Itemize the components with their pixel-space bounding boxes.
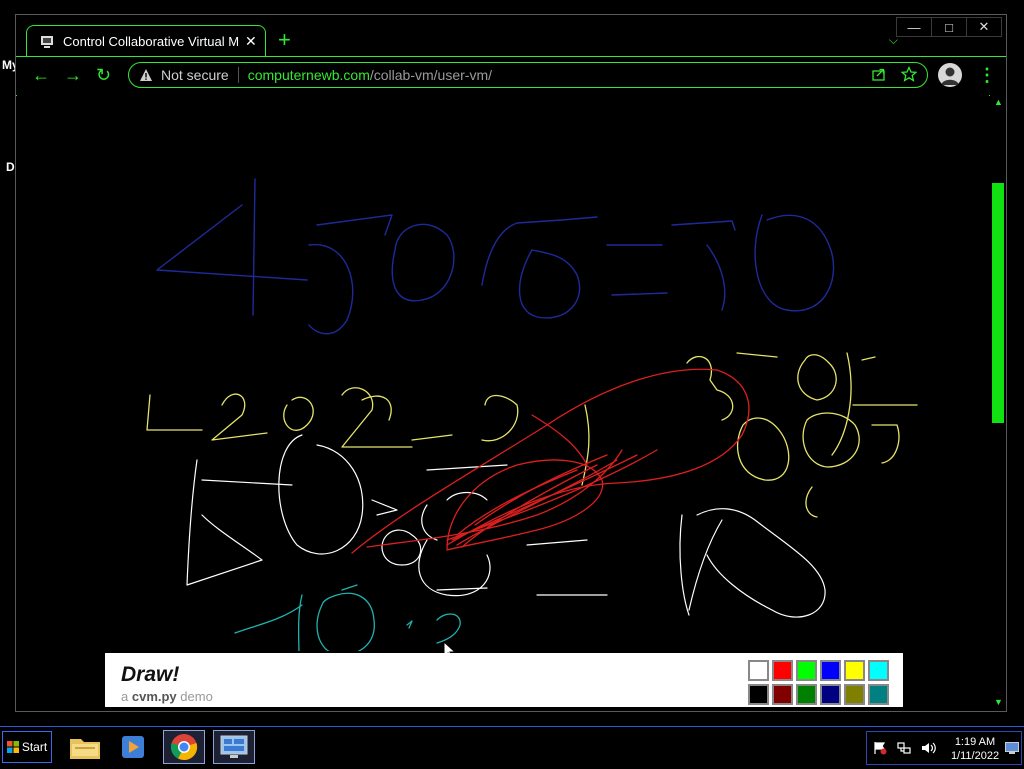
maximize-button[interactable]: □ <box>931 18 966 36</box>
browser-toolbar: ← → ↻ Not secure computernewb.com/collab… <box>16 56 1006 96</box>
new-tab-button[interactable]: + <box>278 29 291 51</box>
chrome-icon <box>170 734 198 761</box>
color-swatch[interactable] <box>796 684 817 705</box>
tab-search-chevron-icon[interactable]: ⌵ <box>889 33 898 48</box>
color-swatch[interactable] <box>796 660 817 681</box>
close-window-button[interactable]: ✕ <box>966 18 1001 36</box>
color-swatch[interactable] <box>844 660 865 681</box>
address-bar[interactable]: Not secure computernewb.com/collab-vm/us… <box>128 62 928 88</box>
drawing-canvas[interactable] <box>17 95 989 651</box>
subtitle-name: cvm.py <box>131 689 177 704</box>
clock-date: 1/11/2022 <box>950 750 1000 762</box>
taskbar: Start 1:19 AM 1/11/2022 <box>0 726 1024 769</box>
taskbar-clock[interactable]: 1:19 AM 1/11/2022 <box>945 735 1005 763</box>
back-arrow-icon[interactable]: ← <box>32 66 50 84</box>
omnibox-separator <box>237 67 239 83</box>
white-strokes <box>186 434 826 618</box>
taskbar-chrome[interactable] <box>163 730 205 764</box>
tab-title: Control Collaborative Virtual Mac <box>63 34 239 49</box>
profile-avatar-icon[interactable] <box>938 63 962 87</box>
scroll-down-arrow-icon[interactable]: ▼ <box>994 697 1003 707</box>
page-scrollbar[interactable]: ▲ ▼ <box>990 95 1006 711</box>
taskbar-remote-desktop[interactable] <box>213 730 255 764</box>
color-swatch[interactable] <box>868 660 889 681</box>
share-icon[interactable] <box>871 66 887 82</box>
bookmark-star-icon[interactable] <box>901 66 917 82</box>
chrome-window: — □ ✕ Control Collaborative Virtual Mac … <box>15 14 1007 712</box>
scroll-up-arrow-icon[interactable]: ▲ <box>994 97 1003 107</box>
windows-explorer-icon <box>70 739 100 759</box>
teal-strokes <box>234 584 461 651</box>
media-player-icon <box>122 736 144 758</box>
color-swatch[interactable] <box>772 684 793 705</box>
clock-time: 1:19 AM <box>954 736 996 748</box>
color-swatch[interactable] <box>820 684 841 705</box>
tray-icons <box>873 741 937 755</box>
draw-panel-title: Draw! <box>121 663 180 686</box>
red-strokes <box>351 368 750 554</box>
network-icon[interactable] <box>897 741 911 755</box>
forward-arrow-icon[interactable]: → <box>64 66 82 84</box>
tab-close-icon[interactable]: ✕ <box>245 33 257 50</box>
window-controls: — □ ✕ <box>896 17 1002 37</box>
subtitle-prefix: a <box>121 689 129 704</box>
start-button[interactable]: Start <box>2 731 52 763</box>
system-tray: 1:19 AM 1/11/2022 <box>866 731 1022 765</box>
vm-screen[interactable]: Draw! a cvm.py demo <box>17 95 989 711</box>
volume-icon[interactable] <box>921 741 937 755</box>
show-desktop-icon[interactable] <box>1005 742 1019 754</box>
security-status-label[interactable]: Not secure <box>161 67 229 83</box>
browser-tab[interactable]: Control Collaborative Virtual Mac ✕ <box>26 25 266 57</box>
url-path: /collab-vm/user-vm/ <box>369 67 493 83</box>
color-swatch[interactable] <box>772 660 793 681</box>
color-swatch[interactable] <box>748 684 769 705</box>
reload-icon[interactable]: ↻ <box>96 66 111 84</box>
action-center-flag-icon[interactable] <box>873 741 887 755</box>
scrollbar-thumb[interactable] <box>992 183 1004 423</box>
subtitle-suffix: demo <box>180 689 213 704</box>
color-swatch[interactable] <box>820 660 841 681</box>
color-swatch[interactable] <box>868 684 889 705</box>
collabvm-favicon-icon <box>41 35 53 48</box>
browser-menu-icon[interactable]: ⋮ <box>978 63 996 87</box>
warning-triangle-icon <box>140 69 152 81</box>
taskbar-explorer[interactable] <box>64 730 106 764</box>
url-host: computernewb.com <box>247 67 370 83</box>
taskbar-media-player[interactable] <box>112 730 154 764</box>
draw-panel: Draw! a cvm.py demo <box>105 653 903 707</box>
draw-panel-subtitle: a cvm.py demo <box>121 689 213 704</box>
start-label: Start <box>21 740 48 754</box>
blue-strokes <box>156 178 835 335</box>
minimize-button[interactable]: — <box>897 18 931 36</box>
omnibox-actions <box>871 66 917 82</box>
windows-flag-icon <box>6 741 19 753</box>
color-swatch[interactable] <box>844 684 865 705</box>
desktop-icon-label-d[interactable]: D <box>6 160 15 174</box>
color-palette <box>748 660 889 705</box>
remote-desktop-icon <box>220 735 248 758</box>
color-swatch[interactable] <box>748 660 769 681</box>
